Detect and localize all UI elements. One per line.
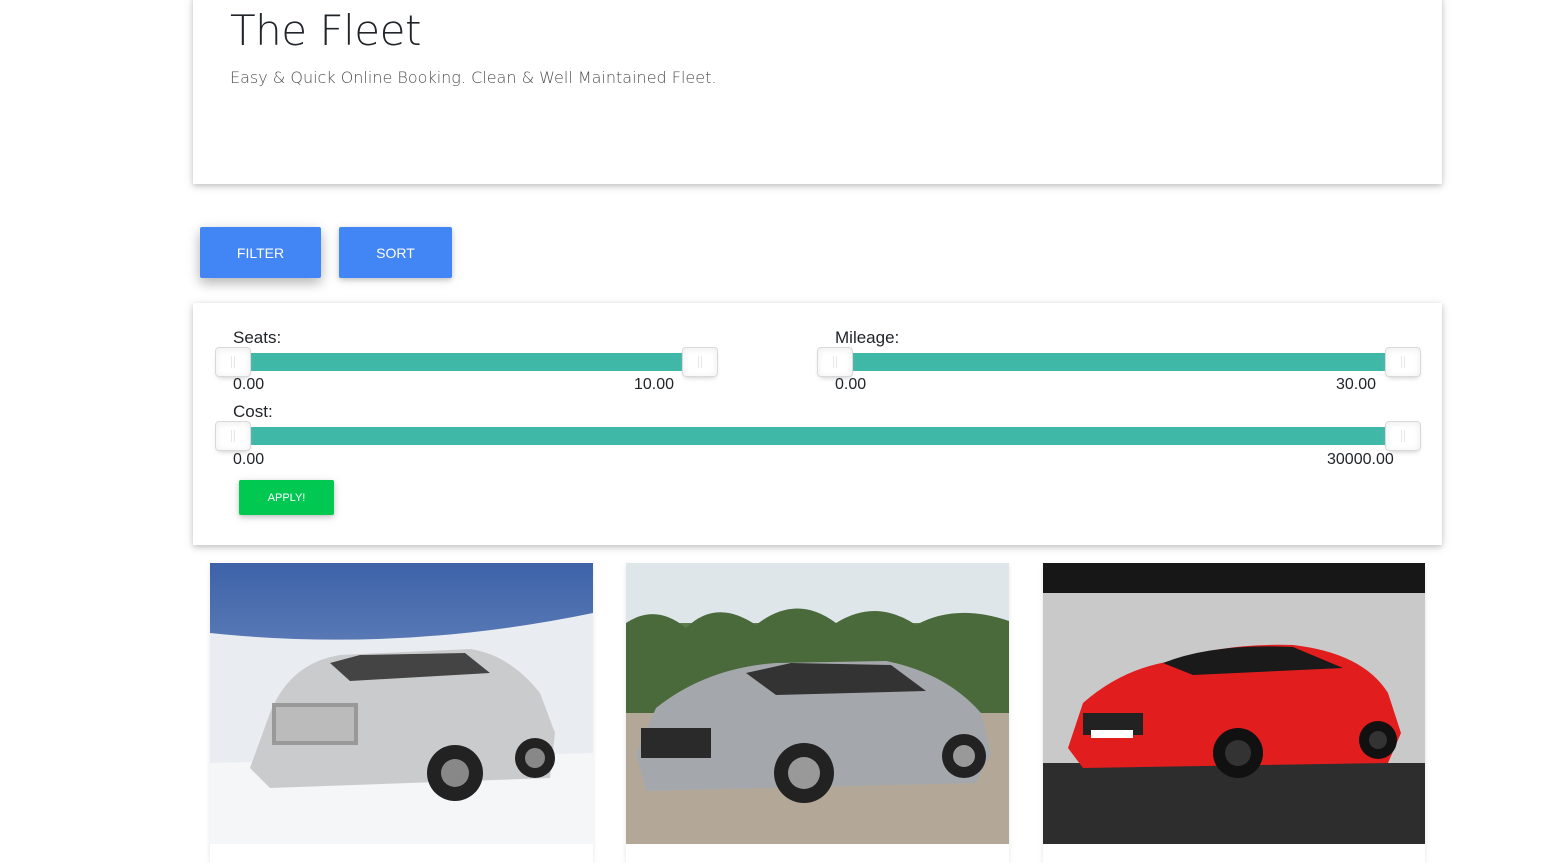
car-card[interactable] [1043, 563, 1425, 863]
silver-sedan-photo[interactable] [210, 563, 593, 844]
seats-min-handle[interactable] [215, 347, 251, 377]
seats-max-handle[interactable] [682, 347, 718, 377]
hero-card: The Fleet Easy & Quick Online Booking. C… [193, 0, 1442, 184]
mileage-max-value: 30.00 [1336, 376, 1377, 393]
cost-slider[interactable] [215, 421, 1421, 451]
filter-button[interactable]: FILTER [200, 227, 321, 278]
car-card[interactable] [210, 563, 593, 863]
cost-max-handle[interactable] [1385, 421, 1421, 451]
mileage-min-value: 0.00 [835, 376, 867, 393]
seats-slider[interactable] [215, 347, 718, 377]
page-subtitle: Easy & Quick Online Booking. Clean & Wel… [230, 68, 717, 87]
apply-button[interactable]: APPLY! [239, 480, 334, 515]
mileage-max-handle[interactable] [1385, 347, 1421, 377]
mileage-slider[interactable] [817, 347, 1421, 377]
grey-sedan-photo[interactable] [626, 563, 1009, 844]
car-card[interactable] [626, 563, 1009, 863]
seats-max-value: 10.00 [634, 376, 675, 393]
sort-button[interactable]: SORT [339, 227, 452, 278]
mileage-slider-fill [835, 353, 1403, 371]
cost-slider-fill [233, 427, 1403, 445]
seats-min-value: 0.00 [233, 376, 265, 393]
red-sedan-photo[interactable] [1043, 563, 1425, 844]
cost-min-value: 0.00 [233, 451, 265, 468]
page-title: The Fleet [230, 6, 421, 55]
cost-max-value: 30000.00 [1327, 451, 1394, 468]
cost-min-handle[interactable] [215, 421, 251, 451]
mileage-label: Mileage: [835, 328, 900, 347]
seats-label: Seats: [233, 328, 282, 347]
filter-panel: Seats: 0.00 10.00 Mileage: 0.00 30.00 Co… [193, 303, 1442, 545]
seats-slider-fill [233, 353, 700, 371]
mileage-min-handle[interactable] [817, 347, 853, 377]
cost-label: Cost: [233, 402, 273, 421]
